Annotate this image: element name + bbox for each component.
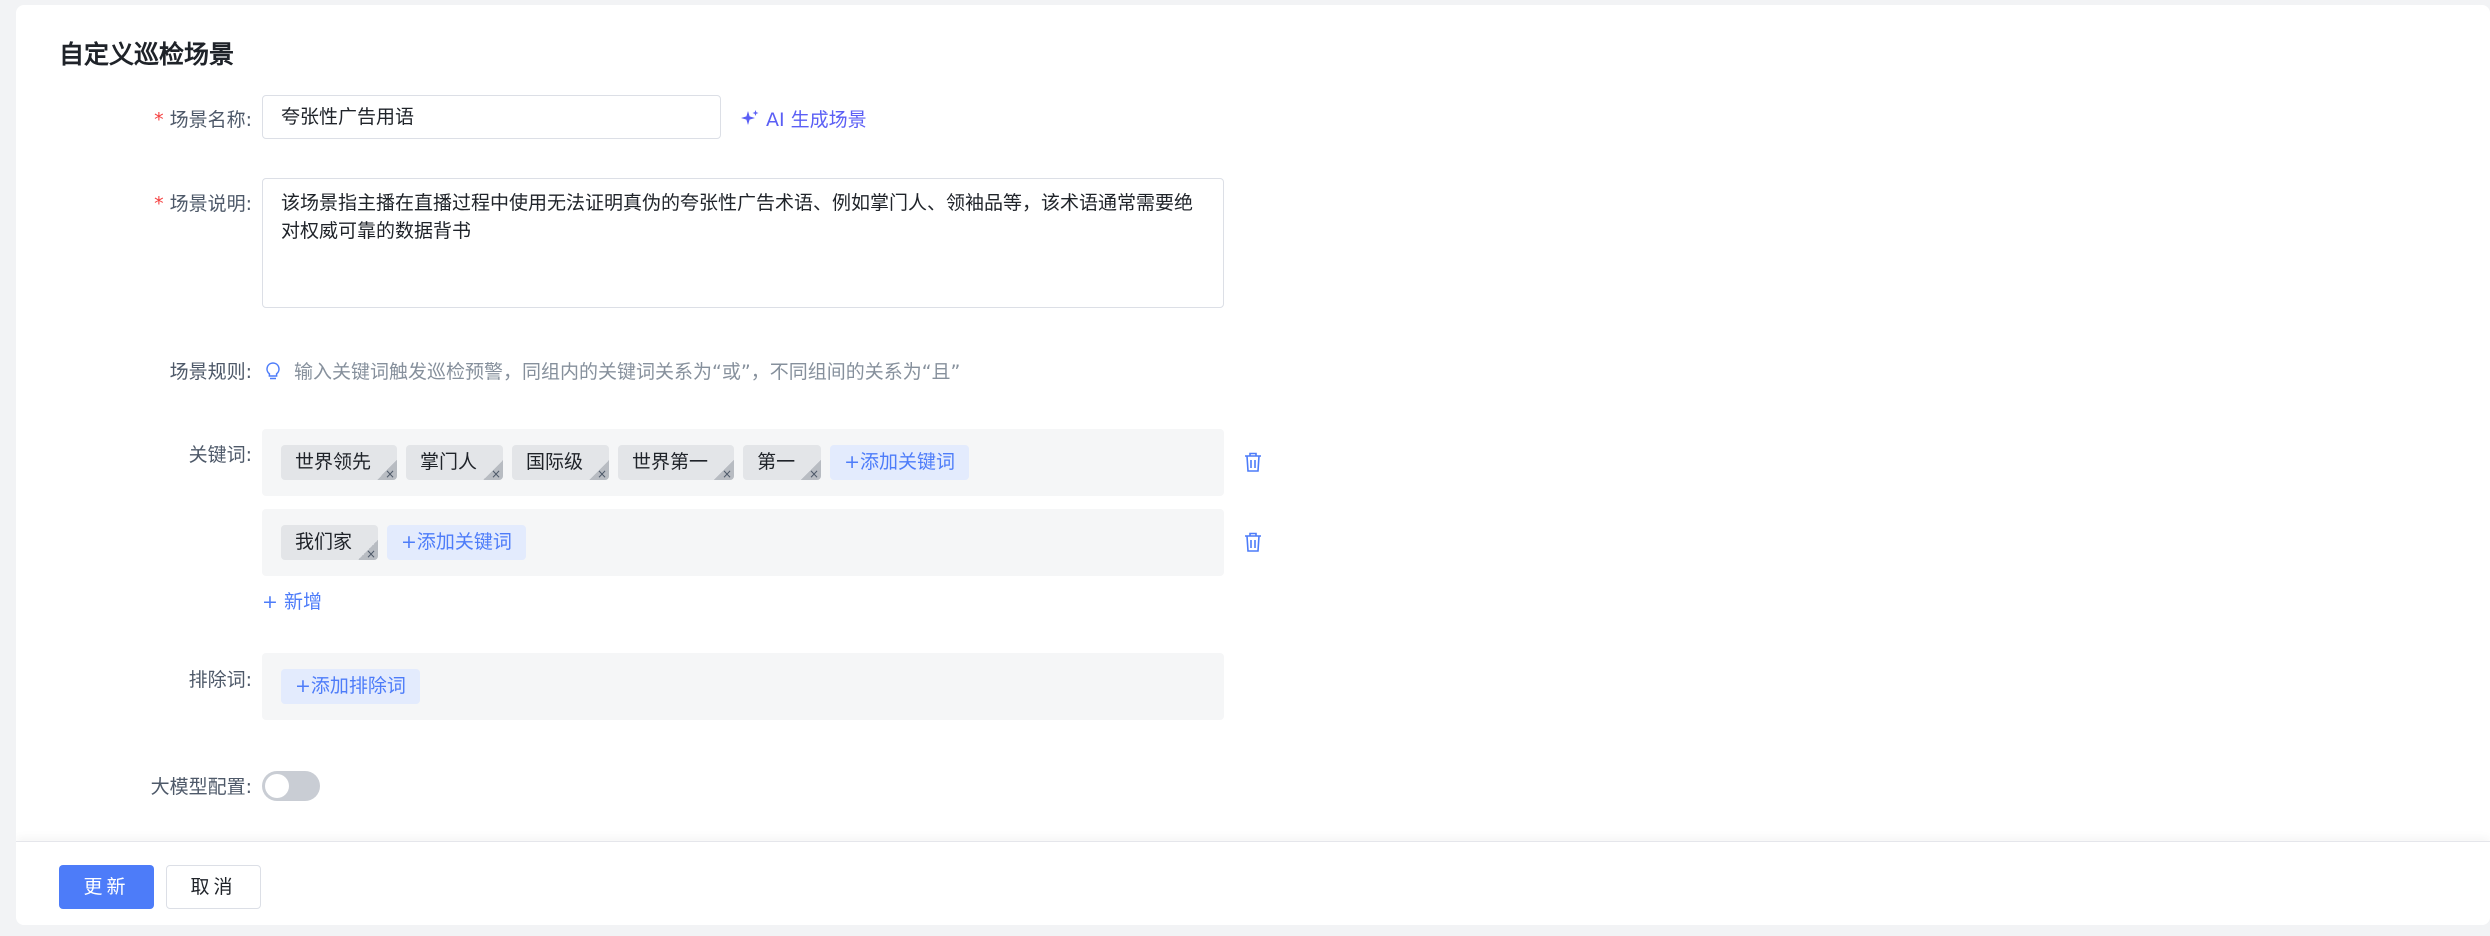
remove-tag-icon[interactable]: ×: [366, 548, 376, 560]
toggle-knob: [265, 774, 289, 798]
exclude-label: 排除词:: [188, 669, 252, 691]
cancel-button[interactable]: 取消: [166, 865, 261, 909]
update-button[interactable]: 更新: [59, 865, 154, 909]
keyword-group-1: 世界领先 × 掌门人 × 国际级 × 世界第一 × 第一 × +添加关键词: [262, 429, 1224, 496]
remove-tag-icon[interactable]: ×: [809, 468, 819, 480]
ai-generate-label: AI 生成场景: [766, 109, 867, 131]
scene-name-label: * 场景名称:: [154, 109, 252, 131]
add-group-link[interactable]: + 新增: [262, 587, 322, 614]
rule-hint: 输入关键词触发巡检预警，同组内的关键词关系为“或”，不同组间的关系为“且”: [262, 357, 960, 384]
scene-editor-card: 自定义巡检场景 * 场景名称: 夸张性广告用语 AI 生成场景 * 场景说明: 该场…: [16, 5, 2490, 925]
trash-icon[interactable]: [1243, 531, 1263, 553]
keyword-tag: 第一 ×: [743, 445, 822, 480]
keyword-tag: 世界领先 ×: [281, 445, 398, 480]
remove-tag-icon[interactable]: ×: [491, 468, 501, 480]
keyword-tag: 国际级 ×: [512, 445, 610, 480]
add-keyword-button[interactable]: +添加关键词: [830, 445, 969, 480]
required-mark: *: [154, 193, 164, 215]
scene-name-input[interactable]: 夸张性广告用语: [262, 95, 721, 139]
llm-config-toggle[interactable]: [262, 771, 320, 801]
llm-config-label: 大模型配置:: [150, 776, 252, 798]
scene-rule-label: 场景规则:: [169, 361, 252, 383]
form-footer: 更新 取消: [16, 841, 2490, 925]
remove-tag-icon[interactable]: ×: [722, 468, 732, 480]
scene-desc-textarea[interactable]: 该场景指主播在直播过程中使用无法证明真伪的夸张性广告术语、例如掌门人、领袖品等，…: [262, 178, 1224, 308]
exclude-group: +添加排除词: [262, 653, 1224, 720]
sparkle-icon: [741, 109, 759, 125]
remove-tag-icon[interactable]: ×: [385, 468, 395, 480]
add-keyword-button[interactable]: +添加关键词: [387, 525, 526, 560]
remove-tag-icon[interactable]: ×: [597, 468, 607, 480]
rule-hint-text: 输入关键词触发巡检预警，同组内的关键词关系为“或”，不同组间的关系为“且”: [294, 361, 961, 383]
page-title: 自定义巡检场景: [59, 40, 235, 69]
ai-generate-button[interactable]: AI 生成场景: [740, 105, 867, 132]
keyword-tag: 掌门人 ×: [406, 445, 504, 480]
keyword-group-2: 我们家 × +添加关键词: [262, 509, 1224, 576]
required-mark: *: [154, 109, 164, 131]
keyword-tag: 我们家 ×: [281, 525, 379, 560]
keyword-tag: 世界第一 ×: [618, 445, 735, 480]
keywords-label: 关键词:: [188, 444, 252, 466]
add-exclude-button[interactable]: +添加排除词: [281, 669, 420, 704]
lightbulb-icon: [266, 361, 280, 379]
trash-icon[interactable]: [1243, 451, 1263, 473]
scene-desc-label: * 场景说明:: [154, 193, 252, 215]
